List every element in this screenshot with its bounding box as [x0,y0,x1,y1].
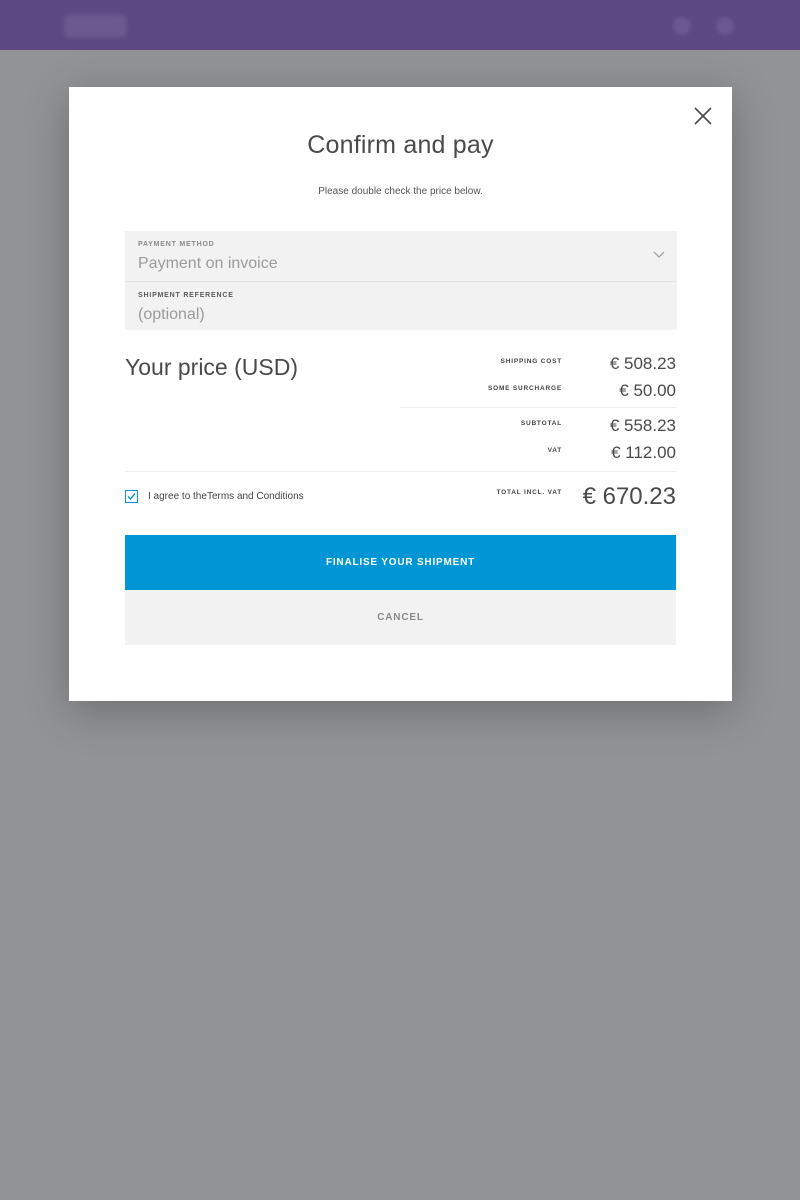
total-label: TOTAL INCL. VAT [496,489,562,496]
close-icon[interactable] [692,105,714,127]
subtotal-label: SUBTOTAL [520,420,562,427]
terms-agreement: I agree to the Terms and Conditions [125,490,304,503]
terms-link[interactable]: Terms and Conditions [207,491,304,502]
shipping-cost-value: € 508.23 [609,354,676,373]
payment-method-label: PAYMENT METHOD [138,241,215,248]
modal-title: Confirm and pay [307,131,494,159]
divider [125,471,677,472]
terms-prefix: I agree to the [148,491,207,502]
vat-value: € 112.00 [611,443,676,462]
vat-label: VAT [547,447,562,454]
confirm-pay-modal: Confirm and pay Please double check the … [69,87,732,701]
shipment-reference-input[interactable]: (optional) [138,306,205,324]
subtotal-value: € 558.23 [609,416,676,435]
total-value: € 670.23 [582,483,676,510]
checkmark-icon [127,493,136,501]
app-header [0,0,800,50]
surcharge-value: € 50.00 [619,381,676,400]
price-title: Your price (USD) [125,354,298,380]
divider [400,407,677,408]
payment-method-select[interactable]: PAYMENT METHOD Payment on invoice [125,231,677,281]
surcharge-label: SOME SURCHARGE [487,385,562,392]
shipping-cost-label: SHIPPING COST [500,358,562,365]
modal-subtitle: Please double check the price below. [318,186,483,197]
header-icon [716,17,734,35]
payment-method-value[interactable]: Payment on invoice [138,255,278,273]
close-button[interactable] [692,105,714,127]
cancel-button[interactable]: CANCEL [125,590,676,645]
terms-checkbox[interactable] [125,490,138,503]
app-logo [64,15,126,37]
shipment-reference-label: SHIPMENT REFERENCE [138,292,234,299]
chevron-down-icon[interactable] [653,251,665,259]
header-icon [673,17,691,35]
shipment-reference-field[interactable]: SHIPMENT REFERENCE (optional) [125,281,677,330]
finalise-shipment-button[interactable]: FINALISE YOUR SHIPMENT [125,535,676,590]
